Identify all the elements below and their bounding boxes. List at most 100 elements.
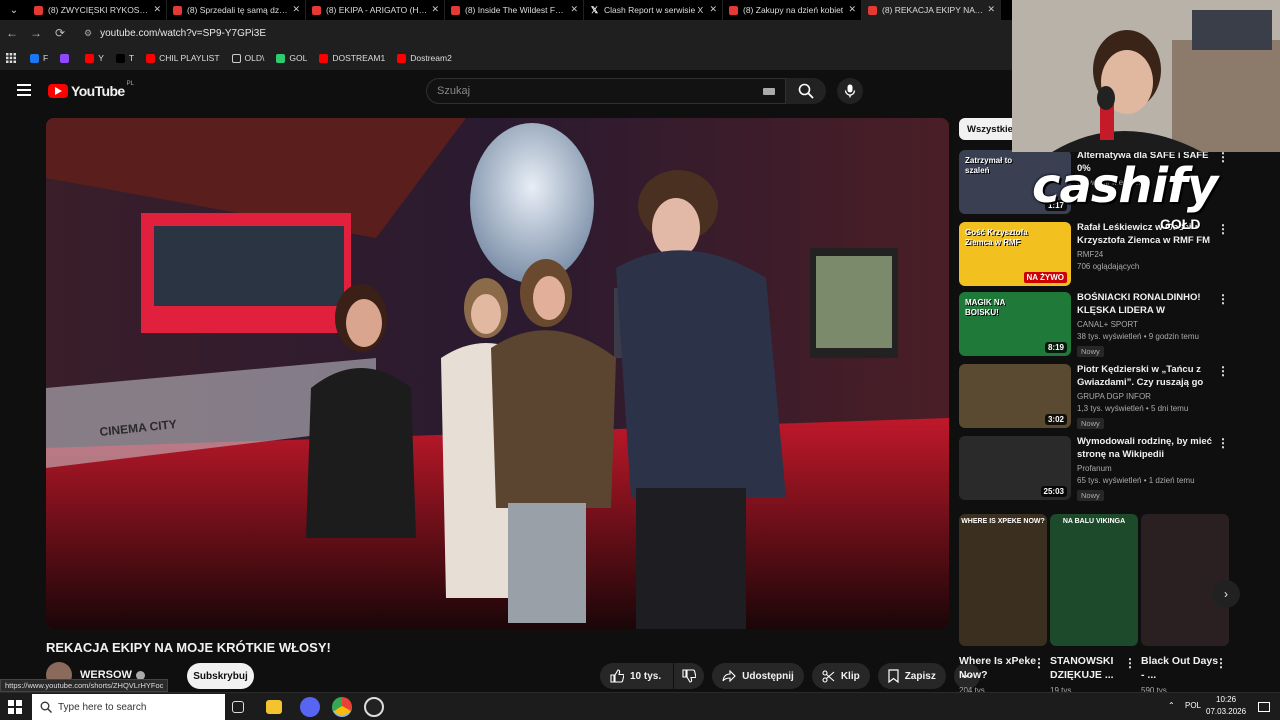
tray-chevron-icon[interactable]: ⌃ <box>1168 701 1175 710</box>
bookmark-item[interactable]: OLD\ <box>231 53 264 63</box>
thumbs-down-icon <box>682 669 697 683</box>
short-caption: WHERE IS XPEKE NOW? <box>961 518 1045 525</box>
file-explorer-icon[interactable] <box>266 700 282 714</box>
search-input[interactable]: Szukaj <box>426 78 786 104</box>
windows-start-icon[interactable] <box>8 700 22 714</box>
bookmark-label: DOSTREAM1 <box>332 53 386 63</box>
channel-name[interactable]: Profanum <box>1077 464 1212 473</box>
channel-name[interactable]: GRUPA DGP INFOR <box>1077 392 1212 401</box>
recommended-video[interactable]: 25:03 Wymodowali rodzinę, by mieć stronę … <box>959 436 1259 502</box>
video-meta: 38 tys. wyświetleń • 9 godzin temu <box>1077 332 1199 341</box>
video-duration: 25:03 <box>1040 486 1067 497</box>
youtube-logo[interactable]: YouTube PL <box>48 81 134 99</box>
apps-icon[interactable] <box>6 53 16 63</box>
bookmark-item[interactable]: CHIL PLAYLIST <box>146 53 220 63</box>
url-field[interactable]: ⚙ youtube.com/watch?v=SP9-Y7GPi3E <box>78 23 1012 43</box>
video-frame: CINEMA CITY <box>46 118 949 629</box>
language-indicator[interactable]: POL <box>1185 701 1201 710</box>
url-text: youtube.com/watch?v=SP9-Y7GPi3E <box>100 27 267 39</box>
browser-tab[interactable]: 𝕏 Clash Report w serwisie X ✕ <box>584 0 723 20</box>
short-title[interactable]: STANOWSKI DZIĘKUJE ... <box>1050 654 1130 682</box>
video-thumbnail[interactable]: MAGIK NA BOISKU! 8:19 <box>959 292 1071 356</box>
browser-tab[interactable]: (8) Sprzedali tę samą działkę ✕ <box>167 0 306 20</box>
menu-icon[interactable] <box>17 84 31 96</box>
short-thumbnail[interactable] <box>1141 514 1229 646</box>
site-info-icon[interactable]: ⚙ <box>84 28 92 39</box>
share-button[interactable]: Udostępnij <box>712 663 804 689</box>
tab-search-icon[interactable]: ⌄ <box>0 0 28 20</box>
recommended-video[interactable]: Gość Krzysztofa Ziemca w RMF NA ŻYWO Rafał… <box>959 222 1259 288</box>
channel-name[interactable]: CANAL+ SPORT <box>1077 320 1212 329</box>
task-view-icon[interactable] <box>232 701 244 713</box>
video-thumbnail[interactable]: 25:03 <box>959 436 1071 500</box>
bookmark-item[interactable]: Dostream2 <box>397 53 452 63</box>
short-thumbnail[interactable]: NA BALU VIKINGA <box>1050 514 1138 646</box>
browser-tab[interactable]: (8) Inside The Wildest Food ✕ <box>445 0 584 20</box>
keyboard-icon[interactable] <box>763 88 775 95</box>
notification-icon[interactable] <box>1258 702 1270 712</box>
recommended-video[interactable]: MAGIK NA BOISKU! 8:19 BOŚNIACKI RONALDINHO… <box>959 292 1259 358</box>
browser-tab-strip: ⌄ (8) ZWYCIĘSKI RYKOSZET ✕ (8) Sprzedali t… <box>0 0 1012 20</box>
save-button[interactable]: Zapisz <box>877 663 946 689</box>
chrome-icon[interactable] <box>332 697 352 717</box>
short-title[interactable]: Where Is xPeke Now? <box>959 654 1039 682</box>
short-title[interactable]: Black Out Days - ... <box>1141 654 1221 682</box>
more-options-icon[interactable]: ⋮ <box>1217 436 1229 450</box>
video-title[interactable]: BOŚNIACKI RONALDINHO! KLĘSKA LIDERA W GD… <box>1077 292 1212 317</box>
like-button[interactable]: 10 tys. <box>600 663 674 689</box>
bookmark-item[interactable] <box>60 53 73 63</box>
shorts-next-button[interactable]: › <box>1212 580 1240 608</box>
bookmark-item[interactable]: T <box>115 53 135 63</box>
video-thumbnail[interactable]: Gość Krzysztofa Ziemca w RMF NA ŻYWO <box>959 222 1071 286</box>
tab-close-icon[interactable]: ✕ <box>987 4 995 15</box>
discord-icon[interactable] <box>300 697 320 717</box>
bookmark-item[interactable]: GOL <box>276 53 307 63</box>
subscribe-button[interactable]: Subskrybuj <box>187 663 254 689</box>
browser-tab[interactable]: (8) REKACJA EKIPY NA MOJE✕ <box>862 0 1001 20</box>
recommended-video[interactable]: 3:02 Piotr Kędzierski w „Tańcu z Gwiazdam… <box>959 364 1259 430</box>
bookmark-favicon-icon <box>276 53 286 63</box>
like-count: 10 tys. <box>630 670 662 682</box>
browser-tab[interactable]: (8) ZWYCIĘSKI RYKOSZET ✕ <box>28 0 167 20</box>
more-options-icon[interactable]: ⋮ <box>1124 656 1136 670</box>
more-options-icon[interactable]: ⋮ <box>1215 656 1227 670</box>
bookmark-item[interactable]: Y <box>85 53 104 63</box>
thumbnail-caption: MAGIK NA BOISKU! <box>965 298 1006 317</box>
voice-search-button[interactable] <box>837 78 863 104</box>
tab-close-icon[interactable]: ✕ <box>709 4 717 15</box>
tab-close-icon[interactable]: ✕ <box>570 4 578 15</box>
video-thumbnail[interactable]: 3:02 <box>959 364 1071 428</box>
bookmark-item[interactable]: F <box>30 53 48 63</box>
tab-close-icon[interactable]: ✕ <box>431 4 439 15</box>
forward-icon[interactable]: → <box>24 20 48 46</box>
back-icon[interactable]: ← <box>0 20 24 46</box>
more-options-icon[interactable]: ⋮ <box>1217 364 1229 378</box>
search-icon <box>798 83 814 99</box>
taskbar-clock[interactable]: 10:26 07.03.2026 <box>1206 694 1246 718</box>
video-title[interactable]: Piotr Kędzierski w „Tańcu z Gwiazdami”. … <box>1077 364 1212 389</box>
tab-close-icon[interactable]: ✕ <box>153 4 161 15</box>
bookmark-item[interactable]: DOSTREAM1 <box>319 53 385 63</box>
video-title[interactable]: Wymodowali rodzinę, by mieć stronę na Wi… <box>1077 436 1212 461</box>
bookmark-label: Dostream2 <box>410 53 452 63</box>
tab-close-icon[interactable]: ✕ <box>292 4 300 15</box>
bookmark-label: T <box>128 53 135 63</box>
more-options-icon[interactable]: ⋮ <box>1217 292 1229 306</box>
channel-name[interactable]: RMF24 <box>1077 250 1212 259</box>
video-player[interactable]: CINEMA CITY <box>46 118 949 629</box>
browser-tab[interactable]: (8) Zakupy na dzień kobiet ✕ <box>723 0 862 20</box>
more-options-icon[interactable]: ⋮ <box>1217 222 1229 236</box>
more-options-icon[interactable]: ⋮ <box>1033 656 1045 670</box>
more-options-icon[interactable]: ⋮ <box>1217 150 1229 164</box>
reload-icon[interactable]: ⟳ <box>48 20 72 46</box>
share-label: Udostępnij <box>742 670 794 682</box>
taskbar-search-input[interactable]: Type here to search <box>32 694 225 720</box>
tab-close-icon[interactable]: ✕ <box>848 4 856 15</box>
search-button[interactable] <box>786 78 826 104</box>
dislike-button[interactable] <box>674 663 705 689</box>
short-thumbnail[interactable]: WHERE IS XPEKE NOW? <box>959 514 1047 646</box>
obs-icon[interactable] <box>364 697 384 717</box>
browser-tab[interactable]: (8) EKIPA - ARIGATO (Hi Hat) ✕ <box>306 0 445 20</box>
clip-button[interactable]: Klip <box>811 663 870 689</box>
clip-label: Klip <box>840 670 860 682</box>
